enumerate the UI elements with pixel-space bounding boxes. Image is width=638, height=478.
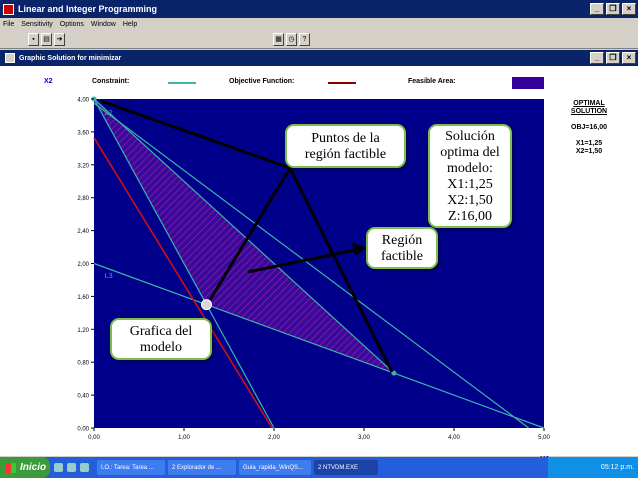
y-tick-label: 2,00 [77, 262, 89, 268]
taskbar-item[interactable]: I.O.: Tarea: Tarea ... [97, 460, 165, 475]
taskbar-item[interactable]: 2 Explorador de ... [168, 460, 236, 475]
y-tick-label: 2,40 [77, 229, 89, 235]
callout-region: Región factible [366, 227, 438, 269]
constraint-label: L2 [105, 110, 113, 117]
callout-solucion-line-5: X2:1,50 [447, 193, 493, 208]
x-tick-label: 5,00 [538, 435, 550, 441]
y-tick-label: 1,20 [77, 328, 89, 334]
callout-solucion-line-6: Z:16,00 [448, 209, 492, 224]
callout-region-line-1: Región [381, 233, 423, 248]
system-tray: 05:12 p.m. [548, 457, 638, 478]
callout-solucion: Solución optima del modelo: X1:1,25 X2:1… [428, 124, 512, 228]
y-tick-label: 0,40 [77, 394, 89, 400]
callout-solucion-line-4: X1:1,25 [447, 177, 493, 192]
constraint-label: L3 [105, 273, 113, 280]
quick-launch-icon[interactable] [67, 463, 76, 472]
taskbar-item-active[interactable]: 2 NTVDM.EXE [314, 460, 378, 475]
callout-region-line-2: factible [381, 249, 423, 264]
quick-launch-icon[interactable] [54, 463, 63, 472]
callout-grafica: Grafica del modelo [110, 318, 212, 360]
start-label: Inicio [20, 462, 47, 473]
optimal-point [201, 299, 212, 311]
x-tick-label: 1,00 [178, 435, 190, 441]
quick-launch [54, 463, 93, 472]
taskbar-item[interactable]: Guia_rapida_WinQS... [239, 460, 311, 475]
callout-puntos-line-1: Puntos de la [311, 131, 380, 146]
callout-solucion-line-3: modelo: [447, 161, 493, 176]
callout-solucion-line-1: Solución [445, 129, 495, 144]
start-button[interactable]: Inicio [0, 457, 50, 478]
y-tick-label: 3,60 [77, 130, 89, 136]
x-tick-label: 0,00 [88, 435, 100, 441]
y-tick-label: 4,00 [77, 98, 89, 104]
callout-grafica-line-1: Grafica del [129, 324, 193, 339]
y-tick-label: 1,60 [77, 295, 89, 301]
app-window: Linear and Integer Programming _ ❐ × Fil… [0, 0, 638, 478]
callout-puntos-line-2: región factible [304, 147, 387, 162]
y-tick-label: 3,20 [77, 163, 89, 169]
graphic-solution-chart: L2 L3 0,00 0,40 0,80 1,20 1,60 2,00 2,40 2,80 3,2… [77, 96, 550, 464]
y-tick-label: 0,80 [77, 361, 89, 367]
y-tick-label: 2,80 [77, 196, 89, 202]
x-tick-label: 3,00 [358, 435, 370, 441]
callout-solucion-line-2: optima del [440, 145, 500, 160]
taskbar: Inicio I.O.: Tarea: Tarea ... 2 Explorad… [0, 457, 638, 478]
x-tick-label: 2,00 [268, 435, 280, 441]
x-tick-label: 4,00 [448, 435, 460, 441]
y-tick-label: 0,00 [77, 427, 89, 433]
quick-launch-icon[interactable] [80, 463, 89, 472]
callout-grafica-line-2: modelo [140, 340, 182, 355]
clock: 05:12 p.m. [600, 464, 634, 471]
windows-flag-icon [6, 462, 16, 473]
callout-puntos: Puntos de la región factible [285, 124, 406, 168]
